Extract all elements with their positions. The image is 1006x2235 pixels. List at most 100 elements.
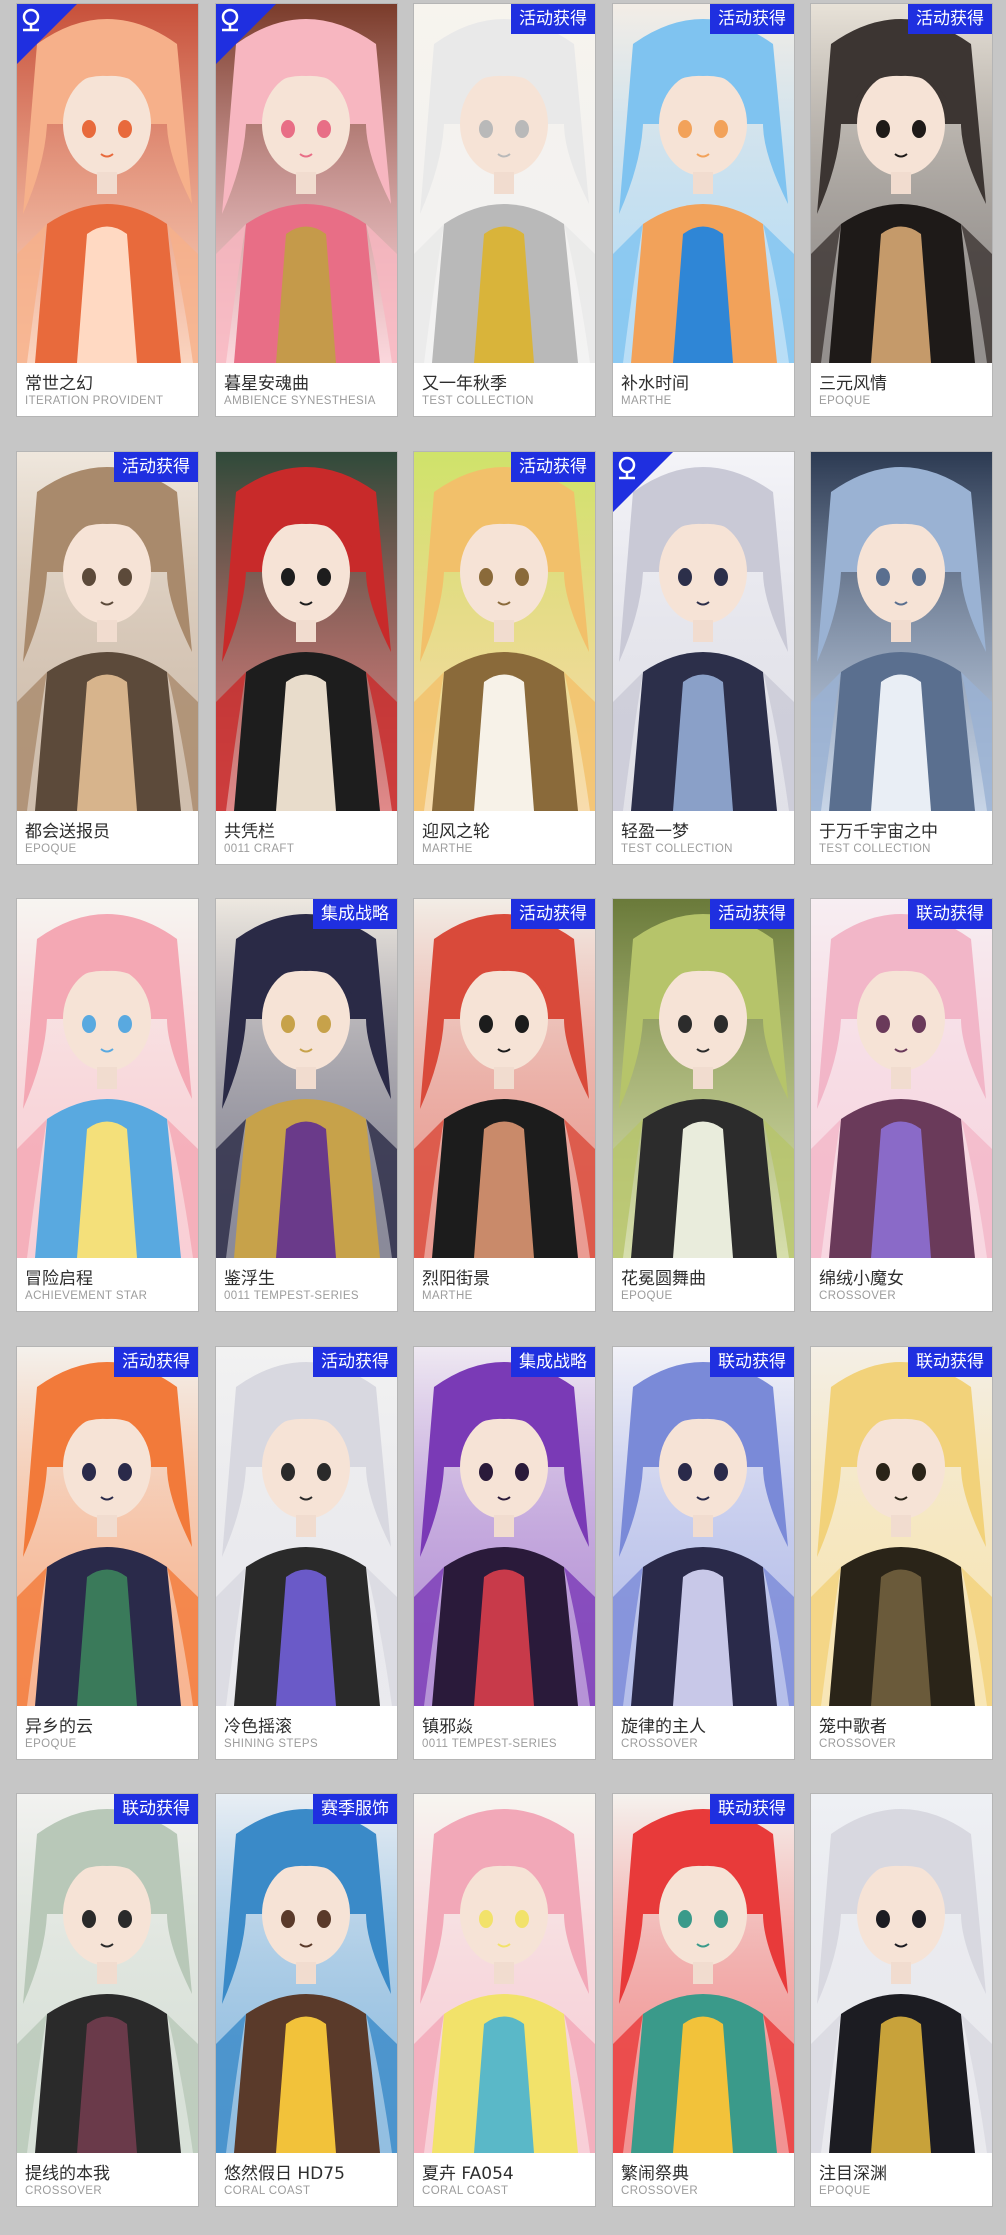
skin-grid: 常世之幻 ITERATION PROVIDENT 暮星安魂曲 AMBIENCE SYN… <box>0 0 1006 2235</box>
acquisition-badge: 联动获得 <box>908 899 992 929</box>
skin-card[interactable]: 轻盈一梦 TEST COLLECTION <box>613 452 794 864</box>
skin-name: 花冕圆舞曲 <box>621 1269 706 1289</box>
skin-name: 繁闹祭典 <box>621 2164 689 2184</box>
acquisition-badge: 活动获得 <box>313 1347 397 1377</box>
skin-artwork <box>811 1347 992 1706</box>
skin-card[interactable]: 常世之幻 ITERATION PROVIDENT <box>17 4 198 416</box>
character-portrait <box>811 4 992 363</box>
skin-series: 0011 TEMPEST-SERIES <box>224 1290 360 1302</box>
skin-caption: 三元风情 EPOQUE <box>811 363 992 416</box>
skin-card[interactable]: 赛季服饰 悠然假日 HD75 CORAL COAST <box>216 1794 397 2206</box>
skin-series: 0011 CRAFT <box>224 843 295 855</box>
skin-artwork <box>613 4 794 363</box>
skin-name: 烈阳街景 <box>422 1269 490 1289</box>
skin-caption: 笼中歌者 CROSSOVER <box>811 1706 992 1759</box>
character-portrait <box>17 1347 198 1706</box>
skin-caption: 于万千宇宙之中 TEST COLLECTION <box>811 811 992 864</box>
skin-card[interactable]: 集成战略 鉴浮生 0011 TEMPEST-SERIES <box>216 899 397 1311</box>
character-portrait <box>414 899 595 1258</box>
skin-caption: 暮星安魂曲 AMBIENCE SYNESTHESIA <box>216 363 397 416</box>
skin-name: 迎风之轮 <box>422 822 490 842</box>
skin-card[interactable]: 活动获得三元风情 EPOQUE <box>811 4 992 416</box>
character-portrait <box>17 1794 198 2153</box>
skin-card[interactable]: 活动获得 烈阳街景 MARTHE <box>414 899 595 1311</box>
skin-caption: 冒险启程 ACHIEVEMENT STAR <box>17 1258 198 1311</box>
skin-series: CROSSOVER <box>819 1738 897 1750</box>
skin-series: TEST COLLECTION <box>422 395 534 407</box>
skin-card[interactable]: 联动获得 繁闹祭典 CROSSOVER <box>613 1794 794 2206</box>
character-portrait <box>811 1347 992 1706</box>
character-portrait <box>216 1794 397 2153</box>
skin-name: 绵绒小魔女 <box>819 1269 904 1289</box>
skin-card[interactable]: 集成战略 镇邪焱 0011 TEMPEST-SERIES <box>414 1347 595 1759</box>
acquisition-badge: 集成战略 <box>313 899 397 929</box>
skin-series: CROSSOVER <box>25 2185 103 2197</box>
skin-series: MARTHE <box>422 1290 473 1302</box>
skin-series: ITERATION PROVIDENT <box>25 395 164 407</box>
character-portrait <box>17 452 198 811</box>
skin-card[interactable]: 注目深渊 EPOQUE <box>811 1794 992 2206</box>
skin-series: EPOQUE <box>819 395 871 407</box>
acquisition-badge: 联动获得 <box>710 1347 794 1377</box>
skin-card[interactable]: 活动获得花冕圆舞曲 EPOQUE <box>613 899 794 1311</box>
skin-name: 旋律的主人 <box>621 1717 706 1737</box>
skin-name: 镇邪焱 <box>422 1717 473 1737</box>
skin-caption: 异乡的云 EPOQUE <box>17 1706 198 1759</box>
character-portrait <box>613 4 794 363</box>
skin-card[interactable]: 于万千宇宙之中 TEST COLLECTION <box>811 452 992 864</box>
skin-artwork <box>613 1347 794 1706</box>
acquisition-badge: 联动获得 <box>908 1347 992 1377</box>
skin-name: 冒险启程 <box>25 1269 93 1289</box>
skin-series: CORAL COAST <box>422 2185 509 2197</box>
skin-caption: 夏卉 FA054 CORAL COAST <box>414 2153 595 2206</box>
skin-card[interactable]: 活动获得 又一年秋季 TEST COLLECTION <box>414 4 595 416</box>
skin-name: 轻盈一梦 <box>621 822 689 842</box>
character-portrait <box>811 1794 992 2153</box>
premium-icon <box>216 4 276 64</box>
skin-card[interactable]: 活动获得 补水时间 MARTHE <box>613 4 794 416</box>
skin-caption: 提线的本我 CROSSOVER <box>17 2153 198 2206</box>
skin-card[interactable]: 活动获得 异乡的云 EPOQUE <box>17 1347 198 1759</box>
skin-card[interactable]: 冒险启程 ACHIEVEMENT STAR <box>17 899 198 1311</box>
skin-series: EPOQUE <box>621 1290 673 1302</box>
skin-card[interactable]: 活动获得都会送报员 EPOQUE <box>17 452 198 864</box>
character-portrait <box>216 452 397 811</box>
skin-series: MARTHE <box>422 843 473 855</box>
acquisition-badge: 活动获得 <box>114 452 198 482</box>
skin-series: AMBIENCE SYNESTHESIA <box>224 395 376 407</box>
skin-card[interactable]: 联动获得绵绒小魔女 CROSSOVER <box>811 899 992 1311</box>
skin-card[interactable]: 联动获得 提线的本我 CROSSOVER <box>17 1794 198 2206</box>
skin-name: 冷色摇滚 <box>224 1717 292 1737</box>
skin-artwork <box>17 452 198 811</box>
skin-artwork <box>811 1794 992 2153</box>
skin-name: 于万千宇宙之中 <box>819 822 938 842</box>
skin-caption: 迎风之轮 MARTHE <box>414 811 595 864</box>
skin-artwork <box>414 1347 595 1706</box>
premium-icon <box>613 452 673 512</box>
skin-series: MARTHE <box>621 395 672 407</box>
acquisition-badge: 活动获得 <box>908 4 992 34</box>
skin-artwork <box>17 1794 198 2153</box>
skin-caption: 绵绒小魔女 CROSSOVER <box>811 1258 992 1311</box>
skin-caption: 都会送报员 EPOQUE <box>17 811 198 864</box>
skin-card[interactable]: 联动获得 旋律的主人 CROSSOVER <box>613 1347 794 1759</box>
skin-card[interactable]: 活动获得 冷色摇滚 SHINING STEPS <box>216 1347 397 1759</box>
skin-card[interactable]: 暮星安魂曲 AMBIENCE SYNESTHESIA <box>216 4 397 416</box>
skin-caption: 补水时间 MARTHE <box>613 363 794 416</box>
character-portrait <box>216 1347 397 1706</box>
skin-name: 又一年秋季 <box>422 374 507 394</box>
character-portrait <box>414 1347 595 1706</box>
acquisition-badge: 活动获得 <box>710 899 794 929</box>
skin-artwork <box>414 1794 595 2153</box>
skin-name: 三元风情 <box>819 374 887 394</box>
skin-caption: 繁闹祭典 CROSSOVER <box>613 2153 794 2206</box>
character-portrait <box>811 452 992 811</box>
skin-card[interactable]: 活动获得 迎风之轮 MARTHE <box>414 452 595 864</box>
skin-card[interactable]: 夏卉 FA054 CORAL COAST <box>414 1794 595 2206</box>
skin-artwork <box>216 1347 397 1706</box>
skin-caption: 又一年秋季 TEST COLLECTION <box>414 363 595 416</box>
acquisition-badge: 赛季服饰 <box>313 1794 397 1824</box>
skin-card[interactable]: 共凭栏 0011 CRAFT <box>216 452 397 864</box>
skin-series: EPOQUE <box>819 2185 871 2197</box>
skin-card[interactable]: 联动获得笼中歌者 CROSSOVER <box>811 1347 992 1759</box>
